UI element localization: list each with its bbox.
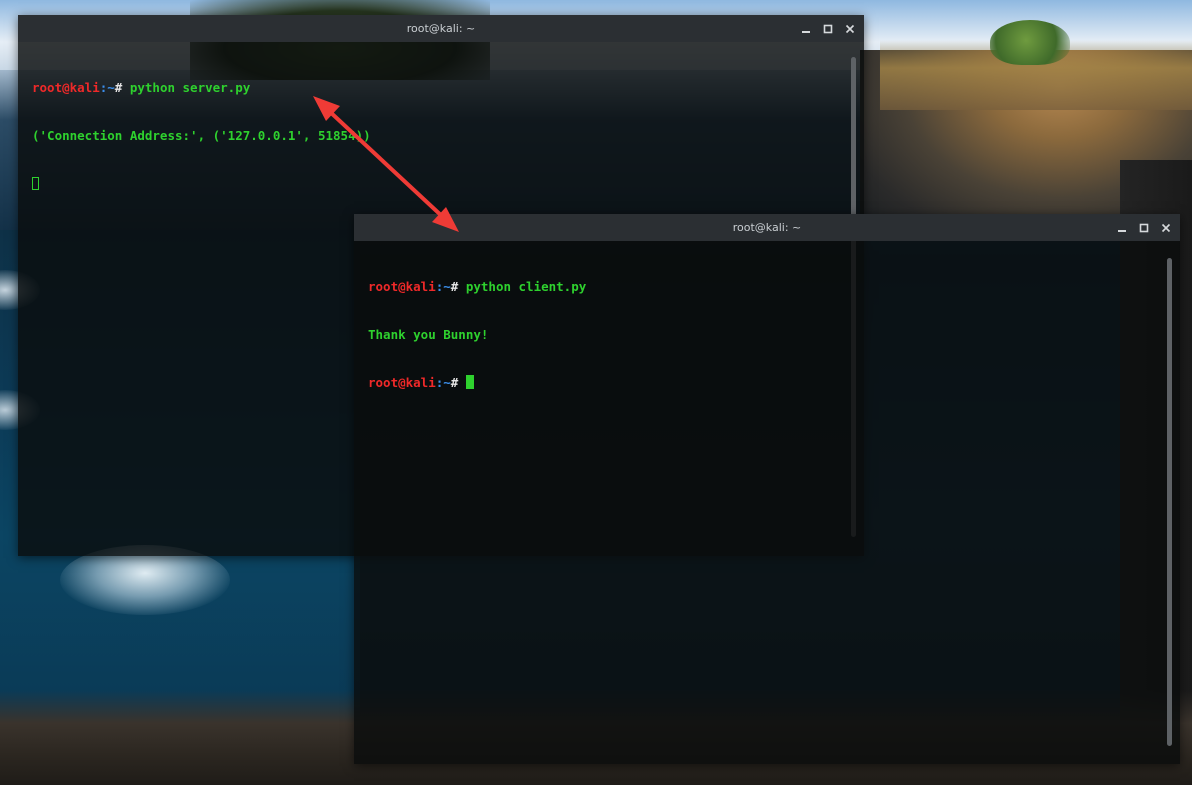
close-icon[interactable] <box>842 21 858 37</box>
minimize-icon[interactable] <box>798 21 814 37</box>
prompt-line: root@kali:~# <box>368 375 1166 391</box>
prompt-path: ~ <box>107 80 115 95</box>
window-controls <box>798 15 858 42</box>
prompt-user: root@kali <box>368 279 436 294</box>
wallpaper-tree <box>990 20 1070 65</box>
typed-command: python server.py <box>122 80 251 95</box>
prompt-user: root@kali <box>368 375 436 390</box>
prompt-path: ~ <box>443 279 451 294</box>
command-line: root@kali:~# python server.py <box>32 80 850 96</box>
client-terminal-window[interactable]: root@kali: ~ root@kali:~# python client.… <box>354 214 1180 764</box>
maximize-icon[interactable] <box>820 21 836 37</box>
window-title: root@kali: ~ <box>406 22 476 35</box>
scrollbar[interactable] <box>1167 258 1172 746</box>
typed-command: python client.py <box>458 279 587 294</box>
client-terminal-output[interactable]: root@kali:~# python client.py Thank you … <box>354 241 1180 764</box>
text-cursor <box>465 375 474 389</box>
command-output: Thank you Bunny! <box>368 327 489 342</box>
prompt-user: root@kali <box>32 80 100 95</box>
cursor-line <box>32 176 850 192</box>
text-cursor <box>32 177 39 190</box>
maximize-icon[interactable] <box>1136 220 1152 236</box>
close-icon[interactable] <box>1158 220 1174 236</box>
command-output: ('Connection Address:', ('127.0.0.1', 51… <box>32 128 371 143</box>
client-titlebar[interactable]: root@kali: ~ <box>354 214 1180 241</box>
prompt-path: ~ <box>443 375 451 390</box>
window-controls <box>1114 214 1174 241</box>
minimize-icon[interactable] <box>1114 220 1130 236</box>
server-titlebar[interactable]: root@kali: ~ <box>18 15 864 42</box>
window-title: root@kali: ~ <box>732 221 802 234</box>
command-line: root@kali:~# python client.py <box>368 279 1166 295</box>
